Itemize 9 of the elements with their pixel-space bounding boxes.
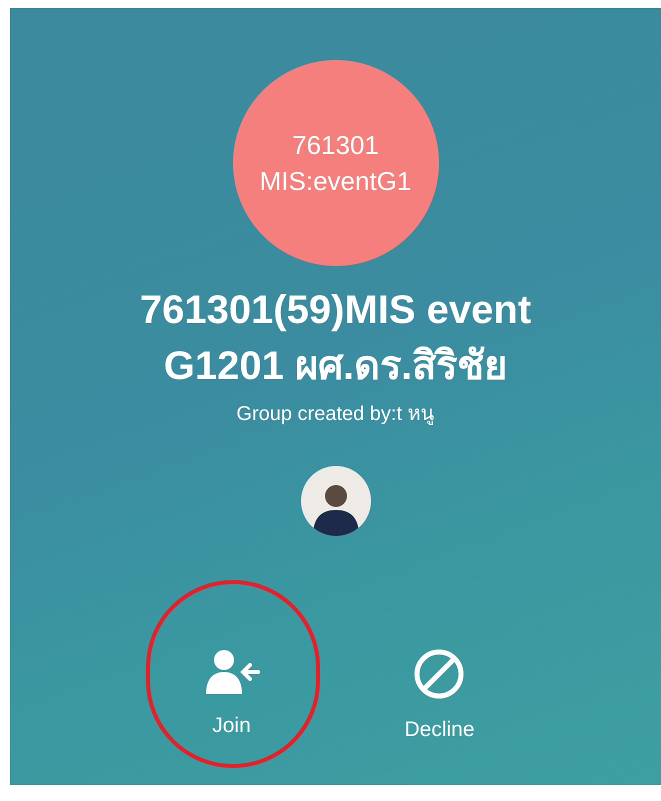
join-button[interactable]: Join [196,648,268,746]
decline-button[interactable]: Decline [396,648,483,746]
person-arrow-icon [204,648,260,696]
group-icon-text: MIS:eventG1 [260,165,412,198]
group-name: 761301(59)MIS event [140,287,532,334]
group-name: G1201 ผศ.ดร.สิริชัย [164,343,508,390]
prohibited-icon [413,648,466,700]
creator-text: Group created by:t หนู [236,402,435,427]
group-icon-text: 761301 [292,129,379,162]
